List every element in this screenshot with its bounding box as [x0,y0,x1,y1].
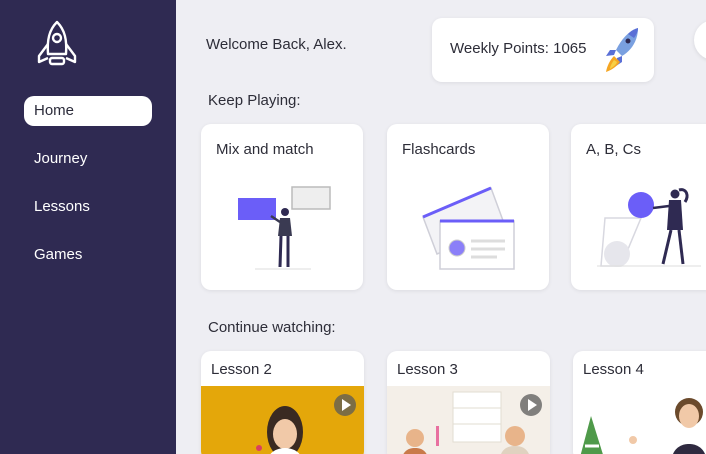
sidebar-nav: Home Journey Lessons Games [24,96,152,288]
lesson-thumbnail [201,386,364,454]
rocket-icon [37,20,77,66]
lesson-title: Lesson 3 [397,361,458,378]
flashcards-illustration [422,186,515,270]
sidebar: Home Journey Lessons Games [0,0,176,454]
rocket-icon [606,28,638,72]
sidebar-item-journey[interactable]: Journey [24,144,152,174]
game-card-abcs[interactable]: A, B, Cs [571,124,706,290]
game-card-mix-and-match[interactable]: Mix and match [201,124,363,290]
main-content: Welcome Back, Alex. Weekly Points: 1065 … [176,0,706,454]
play-icon[interactable] [520,394,542,416]
sidebar-item-lessons[interactable]: Lessons [24,192,152,222]
game-card-flashcards[interactable]: Flashcards [387,124,549,290]
weekly-points-card: Weekly Points: 1065 [432,18,654,82]
lesson-title: Lesson 4 [583,361,644,378]
lesson-card-3[interactable]: Lesson 3 [387,351,550,454]
mix-and-match-illustration [238,186,331,270]
game-title: A, B, Cs [586,141,642,158]
weekly-points-label: Weekly Points: 1065 [450,40,587,57]
game-title: Flashcards [402,141,476,158]
lesson-title: Lesson 2 [211,361,272,378]
welcome-message: Welcome Back, Alex. [206,36,347,53]
game-title: Mix and match [216,141,314,158]
keep-playing-heading: Keep Playing: [208,92,301,109]
lesson-card-4[interactable]: Lesson 4 [573,351,706,454]
lesson-thumbnail [387,386,550,454]
sidebar-item-games[interactable]: Games [24,240,152,270]
lesson-thumbnail [573,386,706,454]
play-icon[interactable] [334,394,356,416]
child-image [580,398,705,454]
sidebar-item-home[interactable]: Home [24,96,152,126]
profile-button[interactable] [694,20,706,60]
lesson-card-2[interactable]: Lesson 2 [201,351,364,454]
continue-watching-heading: Continue watching: [208,319,336,336]
abcs-illustration [597,188,701,267]
